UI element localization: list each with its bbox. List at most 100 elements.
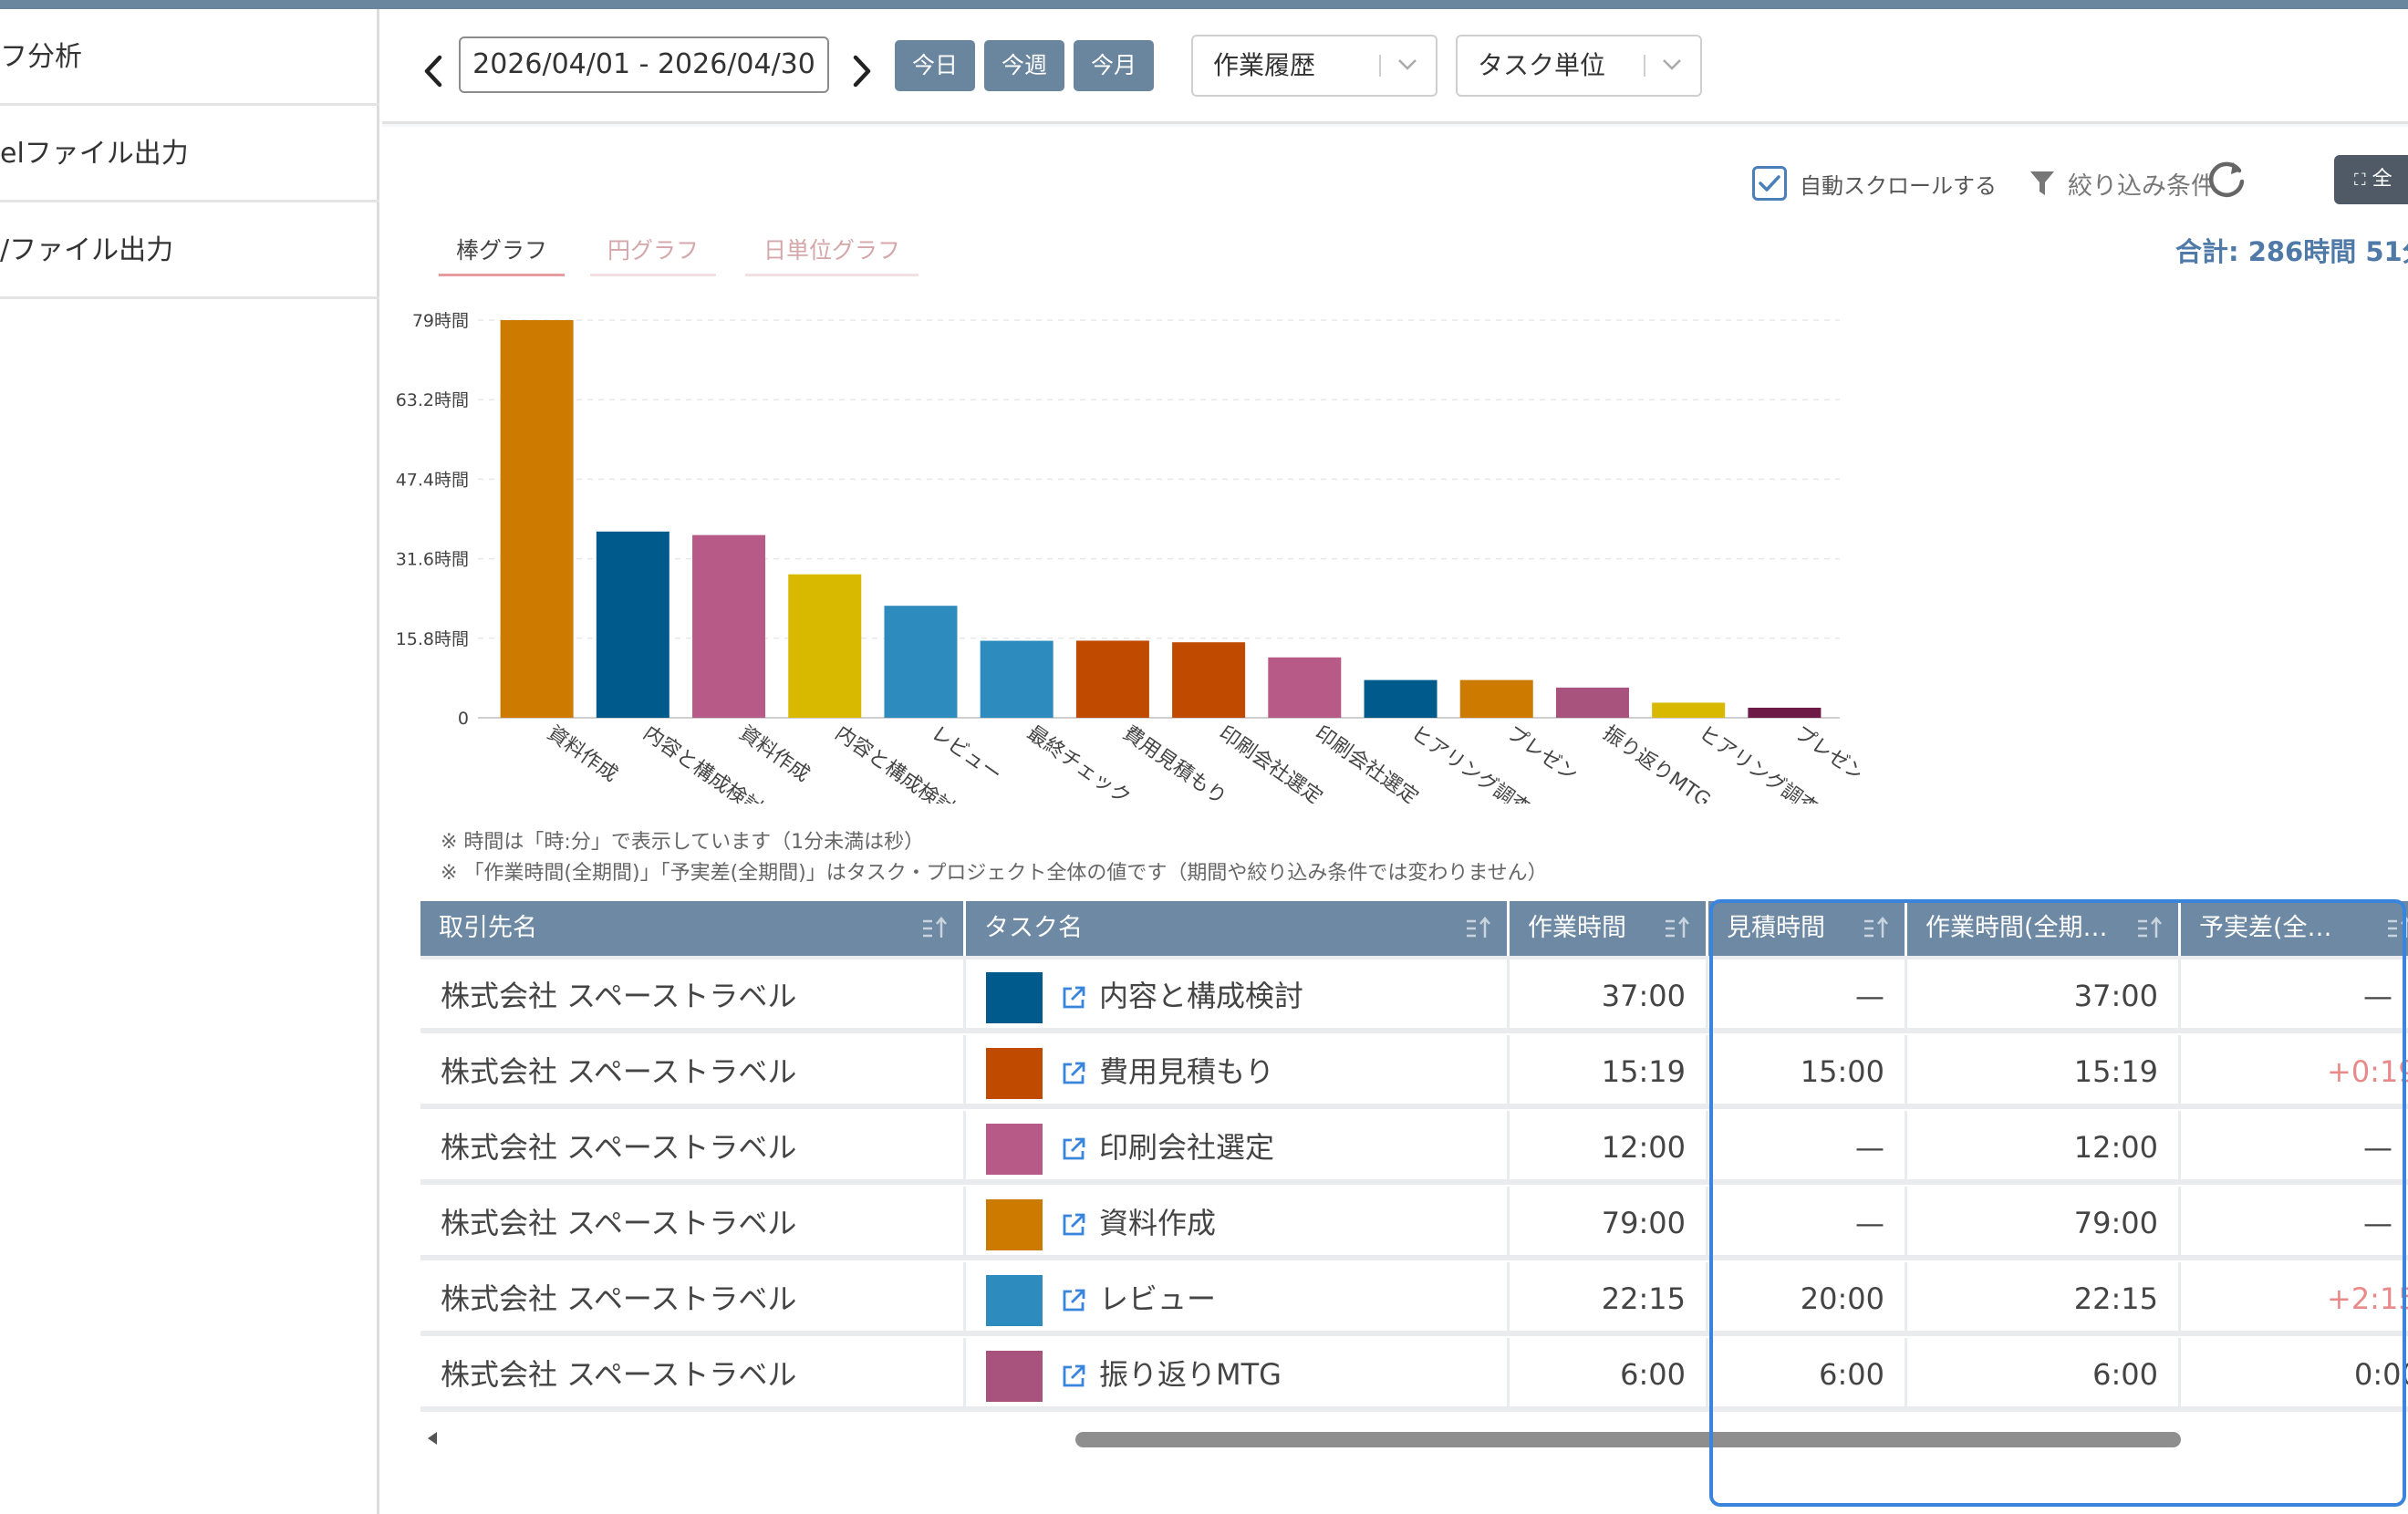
bar-9[interactable] — [1364, 679, 1438, 718]
tab-pie-chart[interactable]: 円グラフ — [590, 231, 716, 276]
bar-3[interactable] — [788, 574, 862, 718]
sidebar-item-graph-analysis[interactable]: フ分析 — [0, 9, 379, 106]
task-color-swatch — [986, 1048, 1043, 1099]
variance-cell: — — [2181, 959, 2408, 1033]
x-tick-label: 費用見積もり — [1118, 721, 1230, 804]
unit-select[interactable]: タスク単位 — [1456, 35, 1702, 97]
this-week-button[interactable]: 今週 — [984, 40, 1064, 91]
estimate-cell: — — [1708, 1111, 1907, 1185]
chevron-right-icon — [853, 55, 871, 88]
tab-bar-chart[interactable]: 棒グラフ — [439, 231, 565, 276]
x-tick-label: プレゼン — [1502, 721, 1581, 786]
client-cell: 株式会社 スペーストラベル — [420, 1035, 966, 1109]
table-row[interactable]: 株式会社 スペーストラベル 振り返りMTG 6:00 6:00 6:00 0:0… — [420, 1338, 2408, 1412]
bar-8[interactable] — [1268, 657, 1342, 718]
table-row[interactable]: 株式会社 スペーストラベル 資料作成 79:00 — 79:00 — — [420, 1187, 2408, 1260]
task-name[interactable]: レビュー — [1099, 1262, 1216, 1336]
bar-10[interactable] — [1459, 679, 1533, 718]
task-name[interactable]: 費用見積もり — [1099, 1035, 1274, 1109]
column-header-task[interactable]: タスク名 — [966, 901, 1510, 956]
column-header-variance[interactable]: 予実差(全… — [2181, 901, 2408, 956]
column-header-label: 作業時間 — [1528, 914, 1626, 942]
bar-12[interactable] — [1652, 702, 1726, 718]
refresh-icon[interactable] — [2205, 158, 2248, 202]
prev-period-button[interactable] — [417, 46, 450, 97]
bar-13[interactable] — [1748, 707, 1822, 718]
table-row[interactable]: 株式会社 スペーストラベル 内容と構成検討 37:00 — 37:00 — — [420, 959, 2408, 1033]
total-work-cell: 37:00 — [1907, 959, 2181, 1033]
table-row[interactable]: 株式会社 スペーストラベル 費用見積もり 15:19 15:00 15:19 +… — [420, 1035, 2408, 1109]
top-accent-strip — [0, 0, 2408, 9]
sort-icon[interactable] — [921, 916, 950, 941]
external-link-icon[interactable] — [1061, 1212, 1086, 1238]
auto-scroll-checkbox[interactable] — [1752, 166, 1787, 201]
sidebar-item-label: フ分析 — [0, 41, 82, 73]
main-area: 2026/04/01 - 2026/04/30 今日 今週 今月 作業履歴 タス… — [382, 9, 2408, 1514]
horizontal-scrollbar[interactable] — [420, 1430, 2408, 1448]
task-cell: 印刷会社選定 — [966, 1111, 1510, 1185]
estimate-cell: — — [1708, 959, 1907, 1033]
column-header-label: 予実差(全… — [2199, 914, 2332, 942]
task-name[interactable]: 振り返りMTG — [1099, 1338, 1282, 1412]
table-row[interactable]: 株式会社 スペーストラベル 印刷会社選定 12:00 — 12:00 — — [420, 1111, 2408, 1185]
bar-5[interactable] — [980, 640, 1054, 718]
bar-11[interactable] — [1555, 687, 1629, 718]
unit-select-value: タスク単位 — [1478, 50, 1606, 80]
task-cell: 内容と構成検討 — [966, 959, 1510, 1033]
sort-icon[interactable] — [2386, 916, 2408, 941]
bar-7[interactable] — [1172, 642, 1246, 718]
external-link-icon[interactable] — [1061, 1288, 1086, 1313]
note-total-period: ※ 「作業時間(全期間)」「予実差(全期間)」はタスク・プロジェクト全体の値です… — [441, 862, 1548, 885]
x-tick-label: 振り返りMTG — [1599, 721, 1715, 804]
chevron-down-icon — [1663, 59, 1681, 70]
today-button[interactable]: 今日 — [895, 40, 975, 91]
bar-chart: 0 15.8時間 31.6時間 47.4時間 63.2時間 79時間 資料作成 内容と構成検討… — [382, 293, 1886, 821]
this-month-button[interactable]: 今月 — [1074, 40, 1154, 91]
auto-scroll-toggle[interactable]: 自動スクロールする — [1752, 163, 1997, 203]
column-header-estimate[interactable]: 見積時間 — [1708, 901, 1907, 956]
sidebar-item-csv-export[interactable]: /ファイル出力 — [0, 202, 379, 299]
task-name[interactable]: 内容と構成検討 — [1099, 959, 1303, 1033]
x-tick-label: レビュー — [927, 721, 1005, 786]
fullscreen-button[interactable]: ⛶ 全 — [2334, 155, 2408, 204]
task-name[interactable]: 印刷会社選定 — [1099, 1111, 1274, 1185]
external-link-icon[interactable] — [1061, 1136, 1086, 1162]
bar-0[interactable] — [500, 320, 574, 718]
external-link-icon[interactable] — [1061, 985, 1086, 1011]
tab-daily-chart[interactable]: 日単位グラフ — [745, 231, 919, 276]
task-color-swatch — [986, 1275, 1043, 1326]
bar-1[interactable] — [596, 531, 669, 718]
sort-icon[interactable] — [2136, 916, 2165, 941]
column-header-work-time[interactable]: 作業時間 — [1510, 901, 1708, 956]
column-header-label: 作業時間(全期… — [1925, 914, 2108, 942]
bar-6[interactable] — [1075, 640, 1149, 718]
bar-4[interactable] — [884, 606, 958, 718]
scroll-left-arrow-icon[interactable] — [428, 1432, 437, 1445]
y-tick-label: 31.6時間 — [396, 550, 469, 570]
next-period-button[interactable] — [846, 46, 878, 97]
work-time-cell: 15:19 — [1510, 1035, 1708, 1109]
note-time-format: ※ 時間は「時:分」で表示しています（1分未満は秒） — [441, 831, 925, 854]
total-work-cell: 15:19 — [1907, 1035, 2181, 1109]
task-name[interactable]: 資料作成 — [1099, 1187, 1216, 1260]
expand-icon: ⛶ — [2354, 171, 2366, 190]
sort-icon[interactable] — [1863, 916, 1892, 941]
external-link-icon[interactable] — [1061, 1364, 1086, 1389]
sort-icon[interactable] — [1465, 916, 1494, 941]
sidebar-item-excel-export[interactable]: elファイル出力 — [0, 106, 379, 202]
sort-icon[interactable] — [1664, 916, 1693, 941]
view-select[interactable]: 作業履歴 — [1191, 35, 1438, 97]
table-row[interactable]: 株式会社 スペーストラベル レビュー 22:15 20:00 22:15 +2:… — [420, 1262, 2408, 1336]
x-tick-label: 資料作成 — [735, 721, 814, 786]
external-link-icon[interactable] — [1061, 1061, 1086, 1086]
column-header-client[interactable]: 取引先名 — [420, 901, 966, 956]
variance-cell: — — [2181, 1111, 2408, 1185]
column-header-total-work[interactable]: 作業時間(全期… — [1907, 901, 2181, 956]
scrollbar-thumb[interactable] — [1075, 1432, 2181, 1447]
bar-2[interactable] — [692, 534, 766, 718]
filter-button[interactable]: 絞り込み条件 — [2029, 163, 2216, 203]
total-work-cell: 22:15 — [1907, 1262, 2181, 1336]
date-range-input[interactable]: 2026/04/01 - 2026/04/30 — [459, 36, 829, 93]
filter-label: 絞り込み条件 — [2068, 171, 2216, 201]
variance-cell: 0:00 — [2181, 1338, 2408, 1412]
